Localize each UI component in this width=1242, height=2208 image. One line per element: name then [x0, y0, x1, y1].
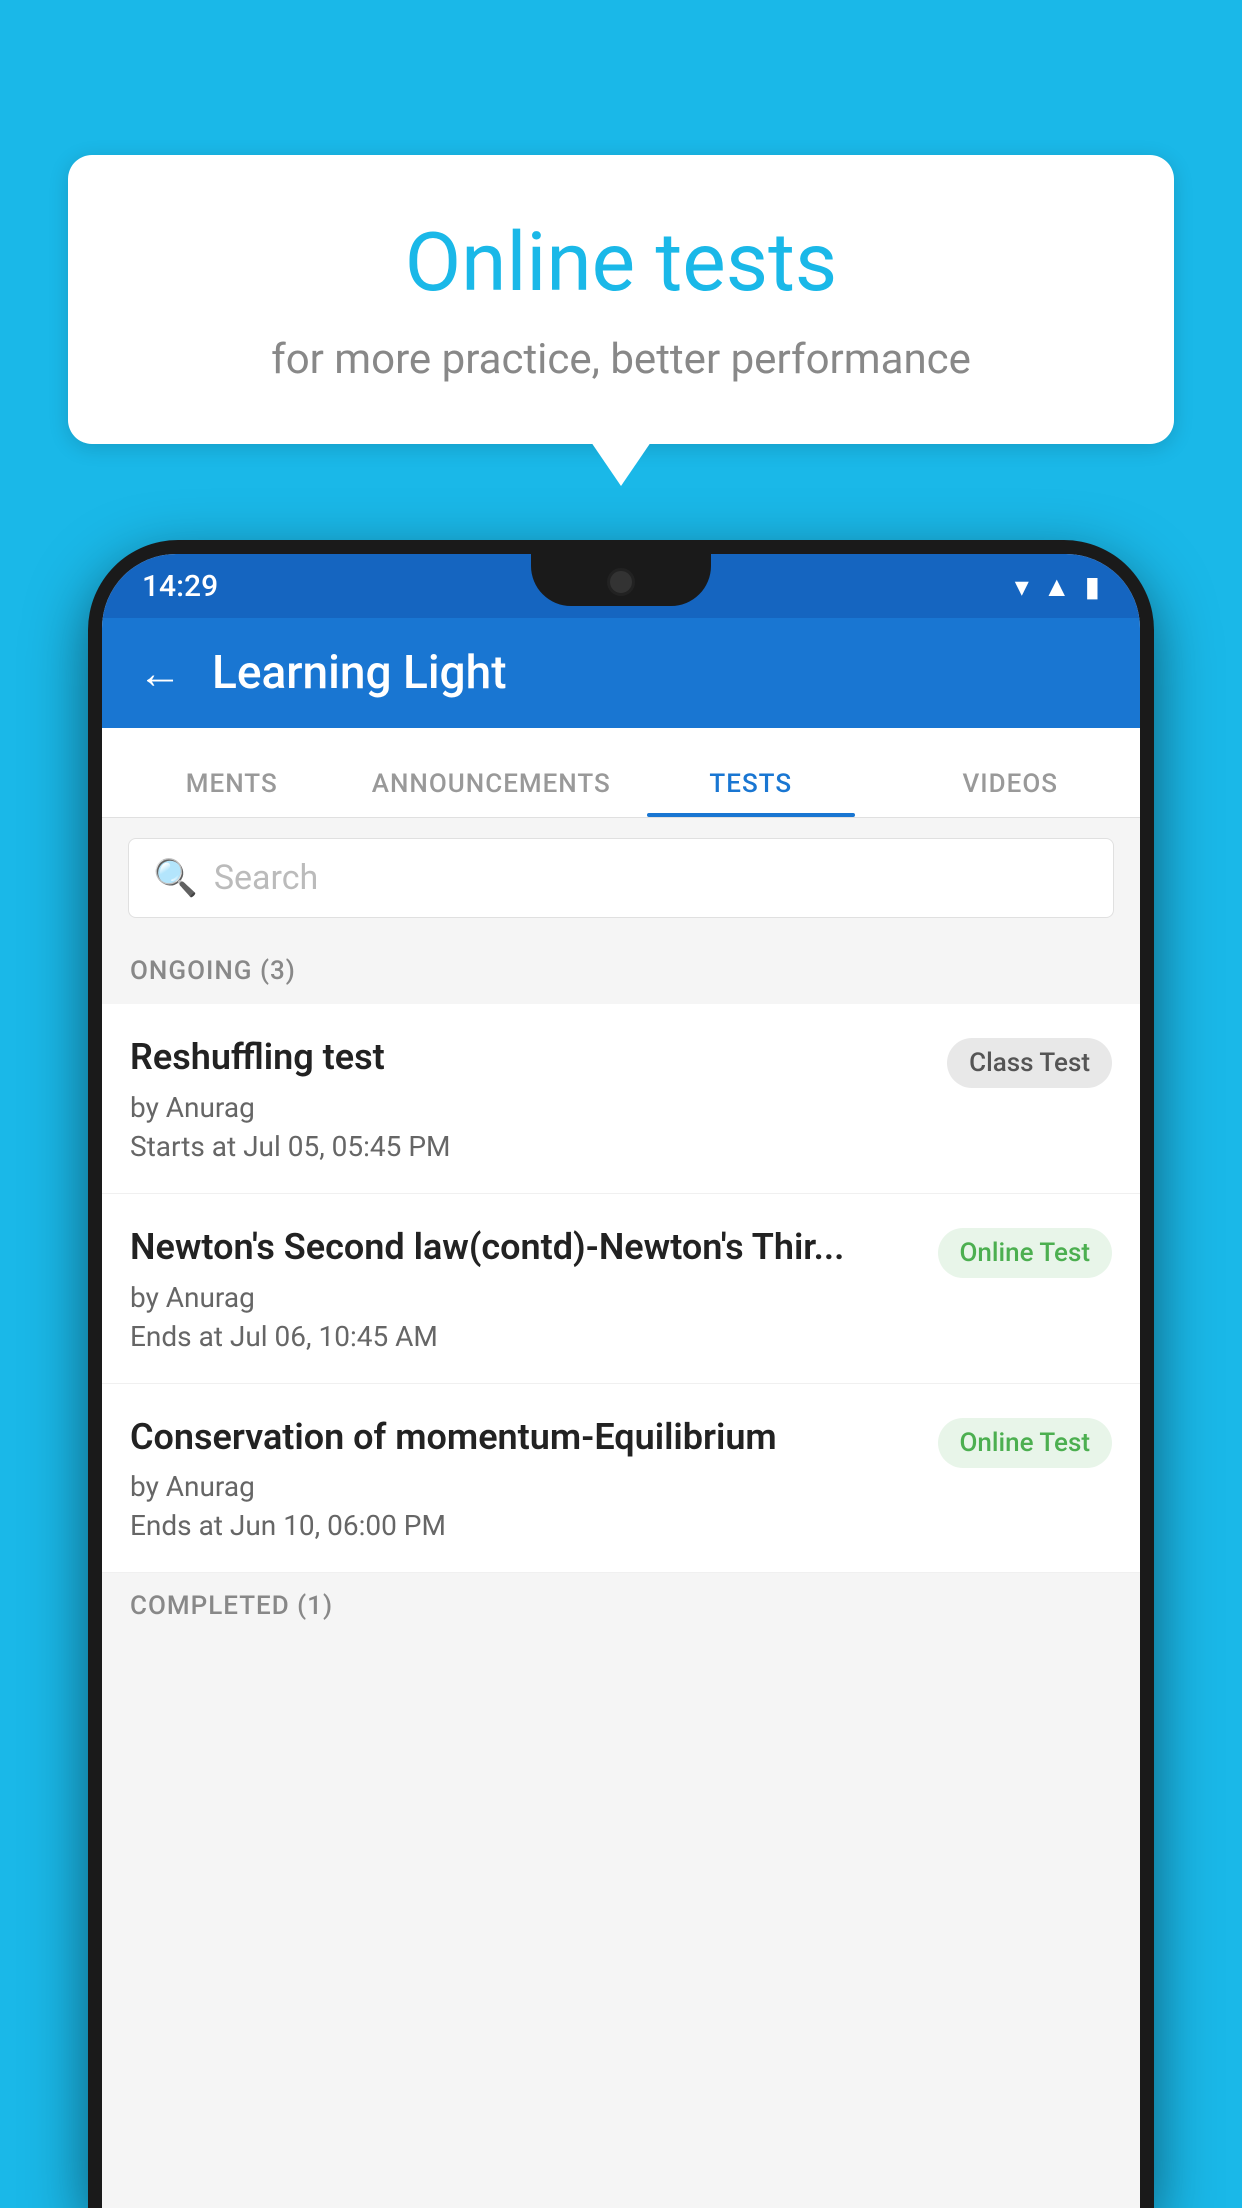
tab-announcements[interactable]: ANNOUNCEMENTS	[362, 769, 622, 817]
tabs-bar: MENTS ANNOUNCEMENTS TESTS VIDEOS	[102, 728, 1140, 818]
test-item-1-content: Reshuffling test by Anurag Starts at Jul…	[130, 1034, 927, 1163]
test-author-1: by Anurag	[130, 1091, 927, 1124]
completed-section-header: COMPLETED (1)	[102, 1573, 1140, 1639]
speech-bubble-container: Online tests for more practice, better p…	[68, 155, 1174, 444]
test-badge-2: Online Test	[938, 1228, 1113, 1278]
test-author-3: by Anurag	[130, 1470, 918, 1503]
test-date-3: Ends at Jun 10, 06:00 PM	[130, 1509, 918, 1542]
ongoing-section-header: ONGOING (3)	[102, 938, 1140, 1004]
status-icons: ▾ ▲ ▮	[1015, 570, 1100, 603]
wifi-icon: ▾	[1015, 570, 1029, 603]
ongoing-label: ONGOING (3)	[130, 956, 296, 986]
status-time: 14:29	[142, 569, 218, 604]
tab-videos[interactable]: VIDEOS	[881, 769, 1141, 817]
test-title-2: Newton's Second law(contd)-Newton's Thir…	[130, 1224, 918, 1271]
speech-bubble-title: Online tests	[148, 215, 1094, 311]
search-icon: 🔍	[153, 857, 198, 899]
phone-notch	[531, 554, 711, 606]
test-author-2: by Anurag	[130, 1281, 918, 1314]
phone-screen: 14:29 ▾ ▲ ▮ ← Learning Light MENTS	[102, 554, 1140, 2208]
phone-camera	[607, 568, 635, 596]
speech-bubble-subtitle: for more practice, better performance	[148, 335, 1094, 384]
signal-icon: ▲	[1043, 570, 1071, 603]
battery-icon: ▮	[1085, 570, 1100, 603]
test-badge-3: Online Test	[938, 1418, 1113, 1468]
test-badge-1: Class Test	[947, 1038, 1112, 1088]
completed-label: COMPLETED (1)	[130, 1591, 333, 1621]
speech-bubble: Online tests for more practice, better p…	[68, 155, 1174, 444]
search-box[interactable]: 🔍 Search	[128, 838, 1114, 918]
test-title-3: Conservation of momentum-Equilibrium	[130, 1414, 918, 1461]
app-title: Learning Light	[212, 646, 507, 700]
tab-ments[interactable]: MENTS	[102, 769, 362, 817]
app-bar: ← Learning Light	[102, 618, 1140, 728]
test-date-1: Starts at Jul 05, 05:45 PM	[130, 1130, 927, 1163]
test-item-3[interactable]: Conservation of momentum-Equilibrium by …	[102, 1384, 1140, 1574]
tab-tests[interactable]: TESTS	[621, 769, 881, 817]
test-date-2: Ends at Jul 06, 10:45 AM	[130, 1320, 918, 1353]
test-title-1: Reshuffling test	[130, 1034, 927, 1081]
phone-frame: 14:29 ▾ ▲ ▮ ← Learning Light MENTS	[88, 540, 1154, 2208]
search-placeholder: Search	[214, 858, 318, 898]
back-button[interactable]: ←	[138, 647, 182, 699]
test-item-1[interactable]: Reshuffling test by Anurag Starts at Jul…	[102, 1004, 1140, 1194]
test-item-2-content: Newton's Second law(contd)-Newton's Thir…	[130, 1224, 918, 1353]
phone-container: 14:29 ▾ ▲ ▮ ← Learning Light MENTS	[88, 540, 1154, 2208]
test-item-3-content: Conservation of momentum-Equilibrium by …	[130, 1414, 918, 1543]
screen-content: 🔍 Search ONGOING (3) Reshuffling test by…	[102, 818, 1140, 2208]
test-item-2[interactable]: Newton's Second law(contd)-Newton's Thir…	[102, 1194, 1140, 1384]
search-container: 🔍 Search	[102, 818, 1140, 938]
